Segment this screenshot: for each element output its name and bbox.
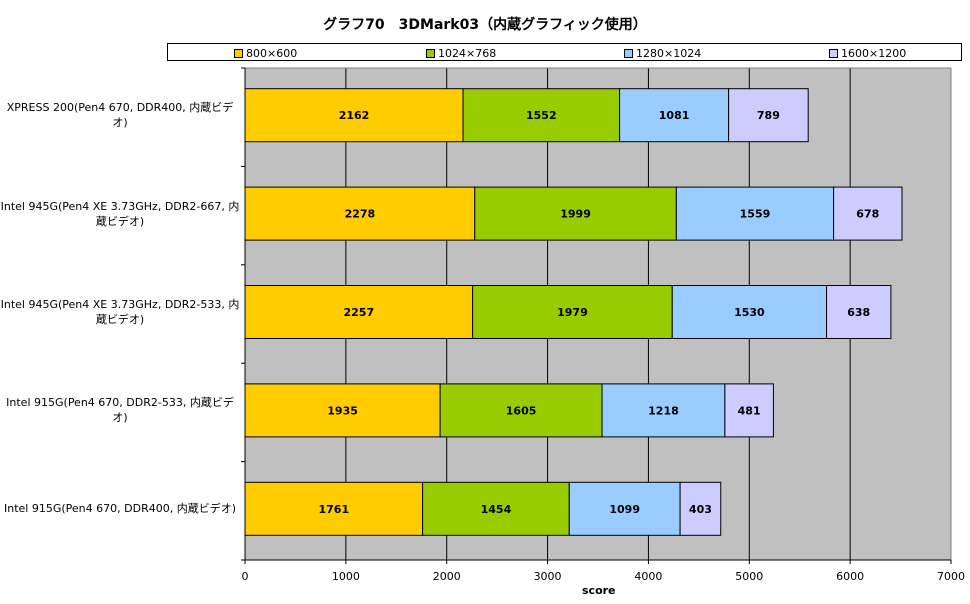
data-label-cat1-series4: 789 (757, 109, 780, 122)
data-label-cat1-series3: 1081 (659, 109, 690, 122)
data-label-cat3-series3: 1530 (734, 306, 765, 319)
data-label-cat4-series2: 1605 (506, 404, 537, 417)
x-tick-label-5000: 5000 (735, 570, 764, 583)
x-tick-label-6000: 6000 (836, 570, 865, 583)
data-label-cat2-series4: 678 (856, 208, 879, 221)
x-tick-label-2000: 2000 (432, 570, 461, 583)
data-label-cat4-series4: 481 (738, 404, 761, 417)
data-label-cat5-series2: 1454 (481, 503, 512, 516)
data-label-cat3-series4: 638 (847, 306, 870, 319)
data-label-cat2-series3: 1559 (740, 208, 771, 221)
data-label-cat4-series1: 1935 (327, 404, 358, 417)
x-tick-label-0: 0 (241, 570, 249, 583)
data-label-cat1-series1: 2162 (339, 109, 370, 122)
data-label-cat4-series3: 1218 (648, 404, 679, 417)
data-label-cat3-series1: 2257 (344, 306, 375, 319)
data-label-cat1-series2: 1552 (526, 109, 557, 122)
category-label-4: Intel 915G(Pen4 670, DDR2-533, 内蔵ビデオ) (6, 396, 234, 425)
category-label-3: Intel 945G(Pen4 XE 3.73GHz, DDR2-533, 内蔵… (0, 298, 240, 326)
data-label-cat5-series1: 1761 (318, 503, 349, 516)
category-label-2: Intel 945G(Pen4 XE 3.73GHz, DDR2-667, 内蔵… (0, 199, 240, 228)
category-label-1: XPRESS 200(Pen4 670, DDR400, 内蔵ビデオ) (6, 101, 234, 130)
data-label-cat2-series1: 2278 (345, 208, 376, 221)
x-tick-label-4000: 4000 (634, 570, 663, 583)
x-tick-label-3000: 3000 (533, 570, 562, 583)
data-label-cat2-series2: 1999 (560, 208, 591, 221)
data-label-cat5-series3: 1099 (609, 503, 640, 516)
data-label-cat5-series4: 403 (689, 503, 712, 516)
x-axis-title: score (582, 584, 616, 597)
category-label-5: Intel 915G(Pen4 670, DDR400, 内蔵ビデオ) (4, 502, 236, 516)
x-tick-label-1000: 1000 (331, 570, 360, 583)
x-tick-label-7000: 7000 (937, 570, 965, 583)
data-label-cat3-series2: 1979 (557, 306, 588, 319)
